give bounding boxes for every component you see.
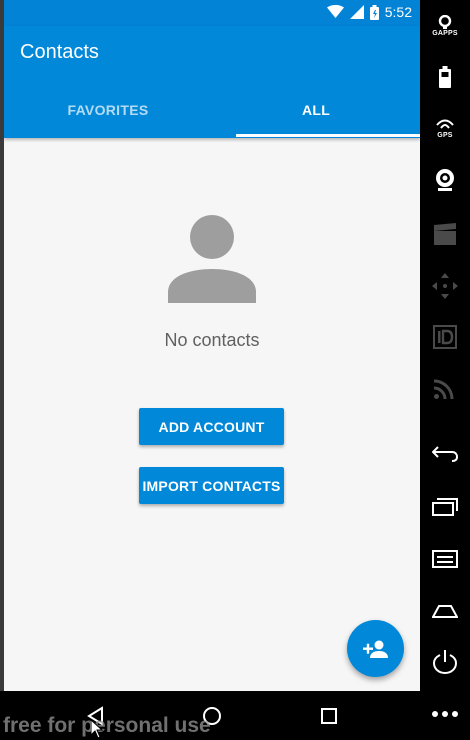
battery-icon <box>439 66 451 88</box>
emulator-toolbar: GAPPS GPS <box>420 0 470 740</box>
power-icon <box>433 650 457 674</box>
emulator-recent-apps-button[interactable] <box>420 494 470 520</box>
device-id-button[interactable] <box>420 322 470 352</box>
recents-icon <box>321 708 337 724</box>
wifi-icon <box>326 5 344 18</box>
video-button[interactable] <box>420 220 470 248</box>
dpad-button[interactable] <box>420 272 470 300</box>
gps-icon <box>436 119 454 129</box>
menu-icon <box>432 550 458 568</box>
power-button[interactable] <box>420 648 470 676</box>
clock: 5:52 <box>384 4 412 20</box>
empty-state-message: No contacts <box>164 330 260 350</box>
id-icon <box>433 325 457 349</box>
tab-favorites-label: FAVORITES <box>67 102 149 118</box>
gapps-icon <box>438 15 452 29</box>
battery-button[interactable] <box>420 64 470 90</box>
camera-button[interactable] <box>420 166 470 194</box>
emulator-window: 5:52 Contacts FAVORITES ALL No contacts … <box>0 0 470 740</box>
add-person-icon <box>362 640 388 658</box>
emulator-menu-button[interactable] <box>420 546 470 572</box>
gps-button[interactable]: GPS <box>420 116 470 142</box>
gapps-button[interactable]: GAPPS <box>420 12 470 40</box>
status-bar: 5:52 <box>4 0 420 26</box>
signal-icon <box>349 5 364 19</box>
watermark: free for personal use <box>3 714 211 737</box>
tab-all[interactable]: ALL <box>212 96 420 138</box>
add-account-button[interactable]: ADD ACCOUNT <box>139 408 284 445</box>
home-icon <box>432 605 458 618</box>
dpad-icon <box>432 273 458 299</box>
cast-button[interactable] <box>420 374 470 402</box>
tab-all-label: ALL <box>301 102 331 118</box>
cast-icon <box>434 379 454 399</box>
back-icon <box>432 446 458 462</box>
import-contacts-button[interactable]: IMPORT CONTACTS <box>139 467 284 504</box>
emulator-home-button[interactable] <box>420 598 470 624</box>
gapps-label: GAPPS <box>432 30 458 37</box>
add-contact-fab[interactable] <box>347 620 404 677</box>
app-bar: Contacts FAVORITES ALL <box>4 26 420 138</box>
video-icon <box>434 223 456 245</box>
tab-favorites[interactable]: FAVORITES <box>4 96 212 138</box>
page-title: Contacts <box>20 41 99 63</box>
device-screen: 5:52 Contacts FAVORITES ALL No contacts … <box>4 0 420 691</box>
tab-indicator <box>236 134 420 137</box>
recent-apps-icon <box>432 498 458 516</box>
more-button[interactable] <box>420 702 470 726</box>
person-icon <box>168 215 256 303</box>
battery-icon <box>369 4 379 20</box>
more-icon <box>432 711 458 717</box>
gps-label: GPS <box>437 132 453 139</box>
mouse-cursor-icon <box>91 720 103 738</box>
nav-recents-button[interactable] <box>316 703 342 729</box>
camera-icon <box>436 169 454 191</box>
emulator-back-button[interactable] <box>420 440 470 466</box>
